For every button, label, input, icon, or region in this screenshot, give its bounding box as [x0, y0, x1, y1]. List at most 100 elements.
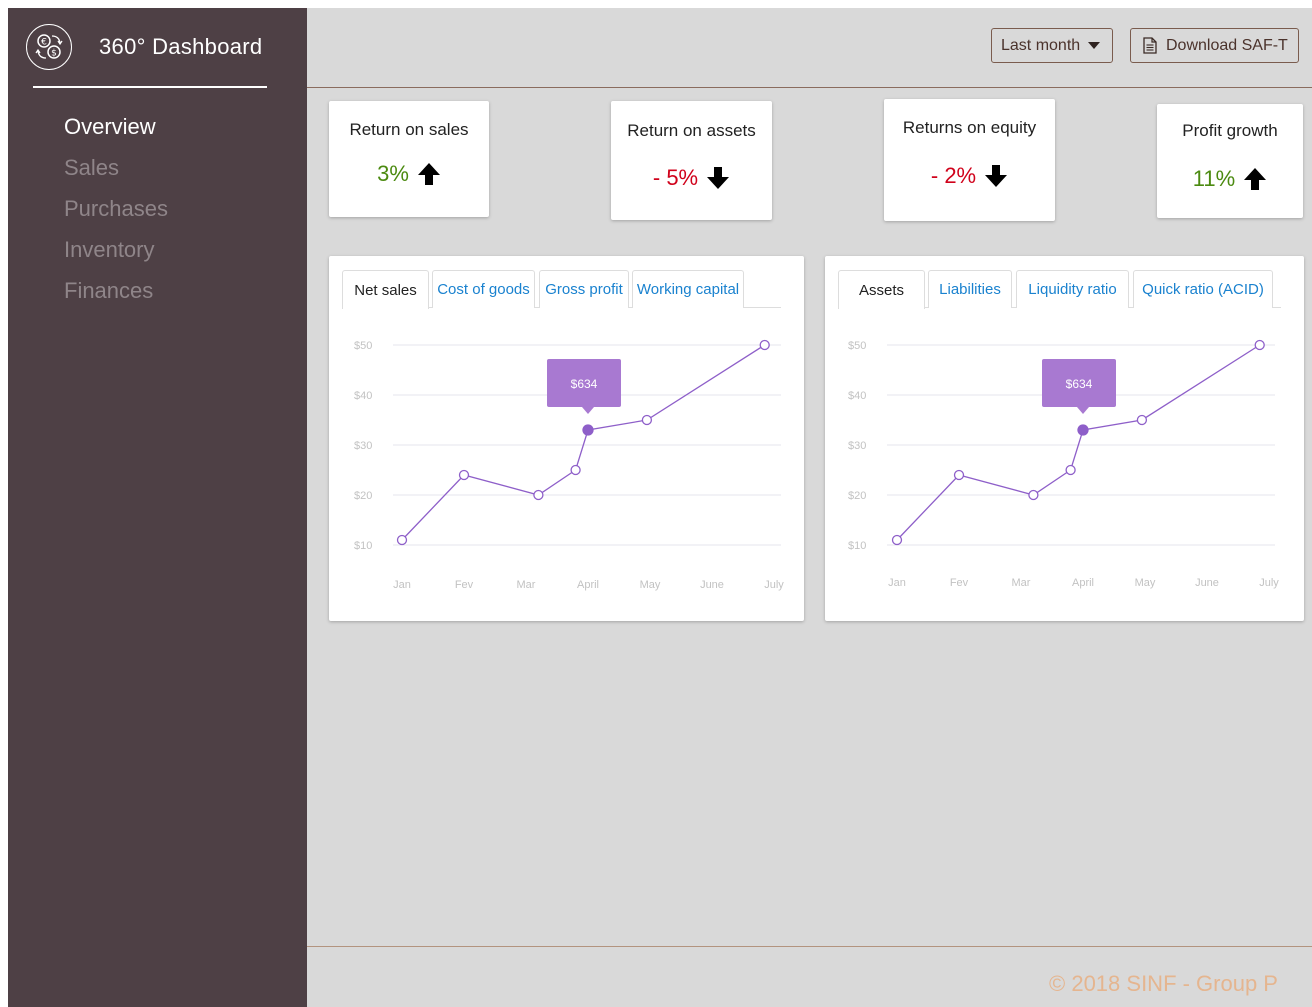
sales-chart-card: Net sales Cost of goods Gross profit Wor…: [329, 256, 804, 621]
tab-assets[interactable]: Assets: [838, 270, 925, 309]
kpi-return-on-assets: Return on assets - 5%: [611, 101, 772, 220]
chart-tabs: Net sales Cost of goods Gross profit Wor…: [342, 270, 781, 309]
kpi-return-on-sales: Return on sales 3%: [329, 101, 489, 217]
tab-liquidity-ratio[interactable]: Liquidity ratio: [1016, 270, 1129, 308]
tooltip-value: $634: [571, 377, 598, 391]
sidebar: € $ 360° Dashboard Overview Sales Purcha…: [8, 8, 307, 1007]
data-point: [533, 489, 544, 501]
svg-text:€: €: [41, 38, 47, 48]
tab-quick-ratio[interactable]: Quick ratio (ACID): [1133, 270, 1273, 308]
app-title: 360° Dashboard: [99, 34, 263, 59]
kpi-title: Returns on equity: [902, 118, 1037, 137]
chart-tooltip: $634: [547, 359, 621, 414]
data-point: [1254, 339, 1265, 351]
x-tick-label: June: [1195, 577, 1219, 589]
kpi-value: 3%: [329, 161, 489, 187]
kpi-value-text: 11%: [1192, 166, 1236, 191]
download-saft-button[interactable]: Download SAF-T: [1130, 28, 1299, 63]
tooltip-pointer: [1077, 407, 1089, 414]
kpi-value-text: 3%: [377, 161, 409, 186]
x-tick-label: July: [1259, 577, 1279, 589]
data-point: [1028, 489, 1039, 501]
data-point: [891, 534, 903, 546]
y-tick-label: $20: [848, 490, 866, 502]
tooltip-pointer: [582, 407, 594, 414]
net-sales-line-chart: $10 $20 $30 $40 $50 Jan Fev Mar April May June July…: [354, 339, 784, 591]
arrow-up-icon: [1244, 168, 1267, 190]
x-tick-label: July: [764, 579, 784, 591]
document-icon: [1143, 37, 1157, 54]
arrow-down-icon: [707, 167, 730, 189]
x-tick-label: May: [640, 579, 661, 591]
svg-text:$: $: [51, 49, 57, 59]
y-tick-label: $40: [354, 390, 372, 402]
sidebar-item-purchases[interactable]: Purchases: [64, 194, 168, 235]
kpi-value: - 5%: [611, 165, 772, 191]
data-point: [953, 469, 965, 481]
period-label: Last month: [1001, 36, 1081, 54]
x-tick-label: Fev: [950, 577, 969, 589]
x-tick-label: Fev: [455, 579, 474, 591]
y-tick-label: $10: [848, 540, 866, 552]
x-tick-label: Mar: [517, 579, 536, 591]
currency-exchange-icon: € $: [26, 24, 72, 70]
kpi-value-text: - 2%: [930, 163, 977, 188]
x-tick-label: Mar: [1012, 577, 1031, 589]
data-point: [1136, 414, 1148, 426]
kpi-title: Return on assets: [627, 121, 756, 140]
kpi-profit-growth: Profit growth 11%: [1157, 104, 1303, 218]
top-bar: Last month Download SAF-T: [307, 8, 1312, 88]
tab-net-sales[interactable]: Net sales: [342, 270, 429, 309]
y-tick-label: $30: [354, 440, 372, 452]
chart-tabs: Assets Liabilities Liquidity ratio Quick…: [838, 270, 1281, 309]
kpi-value-text: - 5%: [652, 165, 699, 190]
y-tick-label: $50: [354, 340, 372, 352]
kpi-title: Return on sales: [349, 120, 469, 139]
y-tick-label: $10: [354, 540, 372, 552]
brand[interactable]: € $ 360° Dashboard: [26, 18, 262, 76]
assets-chart-card: Assets Liabilities Liquidity ratio Quick…: [825, 256, 1304, 621]
tab-cost-of-goods[interactable]: Cost of goods: [432, 270, 535, 308]
arrow-up-icon: [417, 163, 440, 185]
kpi-value: - 2%: [884, 163, 1055, 189]
x-tick-label: June: [700, 579, 724, 591]
chart-tooltip: $634: [1042, 359, 1116, 414]
data-point: [641, 414, 653, 426]
brand-divider: [33, 86, 267, 88]
highlighted-point: [1077, 424, 1089, 436]
kpi-value: 11%: [1157, 166, 1303, 192]
arrow-down-icon: [985, 165, 1008, 187]
footer-copyright: © 2018 SINF - Group P: [1049, 971, 1278, 996]
sidebar-nav: Overview Sales Purchases Inventory Finan…: [64, 112, 168, 317]
y-tick-label: $20: [354, 490, 372, 502]
data-point: [458, 469, 470, 481]
sidebar-item-finances[interactable]: Finances: [64, 276, 168, 317]
x-tick-label: Jan: [393, 579, 411, 591]
data-point: [396, 534, 408, 546]
x-tick-label: May: [1135, 577, 1156, 589]
sidebar-item-sales[interactable]: Sales: [64, 153, 168, 194]
data-point: [1065, 464, 1076, 476]
highlighted-point: [582, 424, 594, 436]
tab-gross-profit[interactable]: Gross profit: [539, 270, 629, 308]
y-tick-label: $50: [848, 340, 866, 352]
y-tick-label: $40: [848, 390, 866, 402]
chevron-down-icon: [1088, 42, 1101, 49]
sidebar-item-inventory[interactable]: Inventory: [64, 235, 168, 276]
kpi-title: Profit growth: [1182, 121, 1278, 140]
tooltip-value: $634: [1066, 377, 1093, 391]
sidebar-item-overview[interactable]: Overview: [64, 112, 168, 153]
footer: © 2018 SINF - Group P: [307, 946, 1312, 1007]
assets-line-chart: $10 $20 $30 $40 $50 Jan Fev Mar April May June July…: [848, 339, 1279, 589]
y-tick-label: $30: [848, 440, 866, 452]
kpi-returns-on-equity: Returns on equity - 2%: [884, 99, 1055, 221]
data-point: [759, 339, 770, 351]
tab-working-capital[interactable]: Working capital: [632, 270, 744, 308]
period-dropdown[interactable]: Last month: [991, 28, 1113, 63]
x-tick-label: April: [577, 579, 599, 591]
app-frame: € $ 360° Dashboard Overview Sales Purcha…: [8, 8, 1312, 1007]
data-point: [570, 464, 581, 476]
x-tick-label: April: [1072, 577, 1094, 589]
tab-liabilities[interactable]: Liabilities: [928, 270, 1012, 308]
x-tick-label: Jan: [888, 577, 906, 589]
